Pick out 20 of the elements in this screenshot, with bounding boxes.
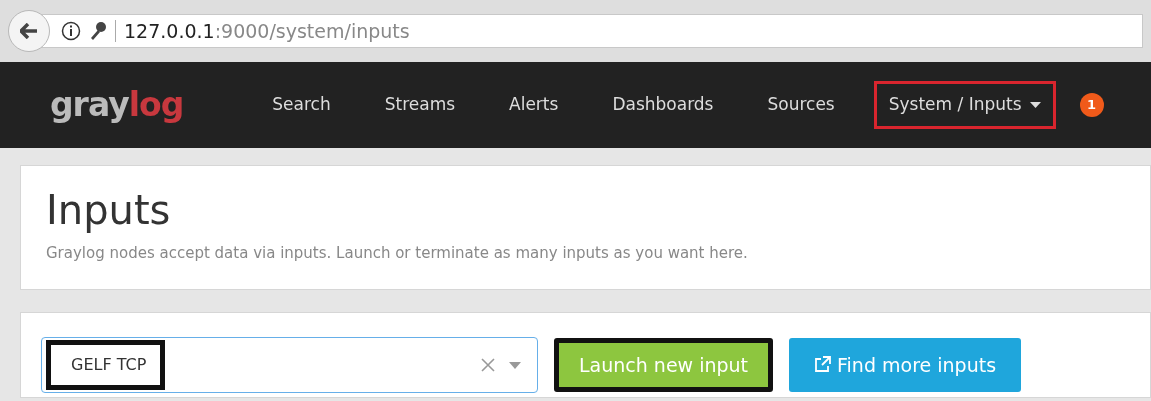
nav-link[interactable]: Sources [752, 81, 850, 129]
external-link-icon [814, 355, 832, 373]
info-icon [61, 21, 81, 41]
logo: graylog [50, 84, 184, 127]
caret-icon [1029, 102, 1041, 109]
nav-link[interactable]: System / Inputs [873, 81, 1056, 129]
caret-icon[interactable] [509, 361, 521, 369]
key-icon [89, 21, 107, 41]
nav-link[interactable]: Dashboards [597, 81, 729, 129]
back-button[interactable] [8, 10, 50, 52]
clear-icon[interactable] [481, 358, 495, 372]
nav-link[interactable]: Search [257, 81, 346, 129]
url-field[interactable]: 127.0.0.1:9000/system/inputs [40, 14, 1143, 48]
nav-link[interactable]: Streams [369, 81, 471, 129]
input-type-select[interactable]: GELF TCP [41, 337, 538, 393]
nav-link[interactable]: Alerts [494, 81, 574, 129]
url-text: 127.0.0.1:9000/system/inputs [124, 18, 410, 44]
page-title: Inputs [46, 188, 172, 232]
page-description: Graylog nodes accept data via inputs. Launch or terminate as many inputs as you want here. [46, 243, 749, 264]
back-arrow-icon [20, 23, 38, 39]
